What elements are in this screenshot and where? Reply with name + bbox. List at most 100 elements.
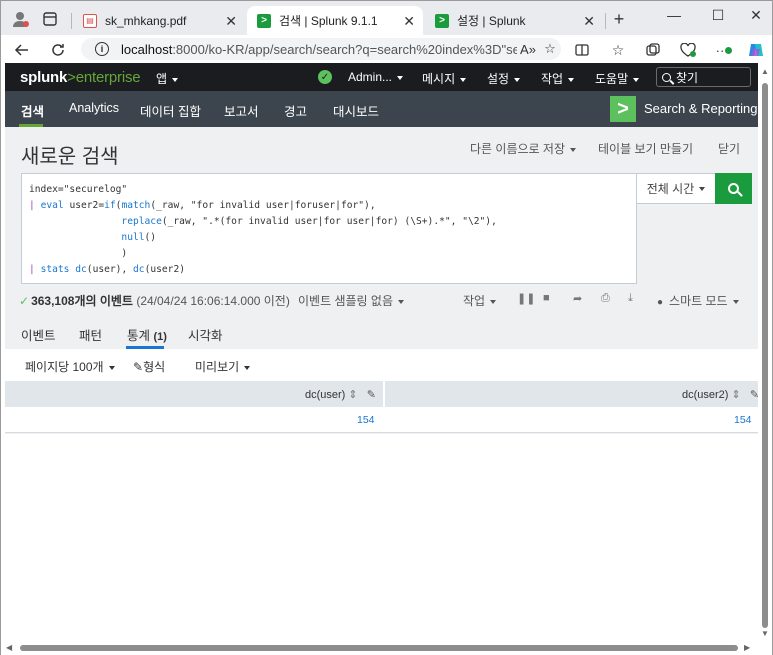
save-as-menu[interactable]: 다른 이름으로 저장 bbox=[470, 140, 576, 157]
scroll-thumb[interactable] bbox=[20, 645, 738, 651]
favorite-star-icon[interactable]: ☆ bbox=[539, 41, 561, 57]
close-search-button[interactable]: 닫기 bbox=[718, 140, 740, 157]
tab-visualization[interactable]: 시각화 bbox=[188, 325, 223, 344]
nav-alerts[interactable]: 경고 bbox=[284, 101, 307, 120]
tab-statistics[interactable]: 통계 (1) bbox=[127, 325, 167, 344]
splunk-top-bar: splunk>enterprise 앱 ✓ Admin... 메시지 설정 작업… bbox=[5, 63, 758, 91]
result-tabs: 이벤트 패턴 통계 (1) 시각화 bbox=[5, 319, 758, 349]
stop-icon[interactable]: ■ bbox=[543, 292, 550, 304]
messages-menu[interactable]: 메시지 bbox=[422, 70, 467, 87]
print-icon[interactable]: ⎙ bbox=[601, 292, 610, 305]
event-count: ✓ 363,108개의 이벤트 (24/04/24 16:06:14.000 이전… bbox=[19, 294, 290, 308]
tab-actions-icon[interactable] bbox=[39, 8, 61, 30]
export-icon[interactable]: ⤓ bbox=[628, 292, 633, 305]
favorites-icon[interactable]: ☆ bbox=[607, 40, 629, 60]
profile-icon[interactable] bbox=[10, 8, 32, 30]
scroll-down-icon[interactable]: ▼ bbox=[761, 629, 769, 638]
app-menu[interactable]: 앱 bbox=[156, 70, 179, 87]
url-host: localhost bbox=[121, 41, 173, 57]
time-range-picker[interactable]: 전체 시간 bbox=[636, 173, 716, 204]
find-input[interactable]: 찾기 bbox=[656, 67, 751, 87]
more-icon[interactable]: ·· bbox=[713, 40, 735, 60]
browser-tab-search[interactable]: > 검색 | Splunk 9.1.1 ✕ bbox=[247, 6, 423, 35]
url-path: :8000/ko-KR/app/search/search?q=search%2… bbox=[172, 41, 517, 57]
back-icon[interactable] bbox=[11, 39, 33, 61]
split-screen-icon[interactable] bbox=[571, 40, 593, 60]
settings-menu[interactable]: 설정 bbox=[487, 70, 521, 87]
run-search-button[interactable] bbox=[715, 173, 752, 204]
scroll-up-icon[interactable]: ▲ bbox=[761, 67, 769, 76]
search-icon bbox=[662, 72, 671, 82]
query-line: index="securelog" bbox=[29, 184, 128, 195]
close-icon[interactable]: ✕ bbox=[403, 13, 415, 30]
pause-icon[interactable]: ❚❚ bbox=[517, 292, 535, 305]
activity-menu[interactable]: 작업 bbox=[541, 70, 575, 87]
splunk-app-nav: 검색 Analytics 데이터 집합 보고서 경고 대시보드 > Search… bbox=[5, 91, 758, 127]
query-line: ) bbox=[29, 247, 128, 259]
tab-title: 검색 | Splunk 9.1.1 bbox=[279, 14, 378, 28]
app-name[interactable]: Search & Reporting bbox=[644, 101, 757, 116]
splunk-logo[interactable]: splunk>enterprise bbox=[20, 69, 141, 86]
job-menu[interactable]: 작업 bbox=[463, 292, 497, 309]
vertical-scrollbar[interactable]: ▲ ▼ bbox=[758, 63, 772, 642]
minimize-button[interactable]: — bbox=[659, 5, 689, 25]
query-line: | eval user2=if(match(_raw, "for invalid… bbox=[29, 199, 376, 211]
nav-analytics[interactable]: Analytics bbox=[69, 101, 119, 115]
close-icon[interactable]: ✕ bbox=[225, 13, 237, 30]
sort-icon: ⇕ bbox=[348, 389, 358, 401]
pencil-icon[interactable]: ✎ bbox=[367, 389, 376, 401]
url-field[interactable]: i localhost:8000/ko-KR/app/search/search… bbox=[81, 38, 561, 60]
results-toolbar: 페이지당 100개 ✎형식 미리보기 bbox=[5, 349, 758, 381]
column-header-dc-user2[interactable]: dc(user2) ⇕ ✎ bbox=[682, 388, 759, 401]
tab-patterns[interactable]: 패턴 bbox=[79, 325, 102, 344]
nav-reports[interactable]: 보고서 bbox=[224, 101, 259, 120]
help-menu[interactable]: 도움말 bbox=[595, 70, 640, 87]
scroll-right-icon[interactable]: ▶ bbox=[744, 643, 750, 652]
format-menu[interactable]: ✎형식 bbox=[133, 358, 165, 375]
close-icon[interactable]: ✕ bbox=[583, 13, 595, 30]
horizontal-scrollbar[interactable]: ◀ ▶ bbox=[1, 642, 772, 655]
app-logo-icon: > bbox=[610, 96, 636, 122]
scroll-thumb[interactable] bbox=[762, 83, 768, 628]
search-mode-menu[interactable]: ● 스마트 모드 bbox=[657, 292, 739, 309]
job-status-bar: ✓ 363,108개의 이벤트 (24/04/24 16:06:14.000 이전… bbox=[19, 292, 754, 310]
per-page-menu[interactable]: 페이지당 100개 bbox=[25, 358, 115, 375]
bulb-icon: ● bbox=[657, 297, 664, 308]
table-cell[interactable]: 154 bbox=[357, 414, 375, 426]
browser-tab-bar: ▤ sk_mhkang.pdf ✕ > 검색 | Splunk 9.1.1 ✕ … bbox=[1, 1, 772, 35]
table-cell[interactable]: 154 bbox=[734, 414, 752, 426]
user-menu[interactable]: Admin... bbox=[348, 70, 404, 84]
tab-title: 설정 | Splunk bbox=[457, 14, 526, 28]
tab-events[interactable]: 이벤트 bbox=[21, 325, 56, 344]
pencil-icon: ✎ bbox=[133, 360, 144, 374]
splunk-icon: > bbox=[435, 13, 449, 28]
search-query-editor[interactable]: index="securelog" | eval user2=if(match(_… bbox=[21, 173, 637, 284]
scroll-left-icon[interactable]: ◀ bbox=[6, 643, 12, 652]
create-table-view-button[interactable]: 테이블 보기 만들기 bbox=[598, 140, 693, 157]
health-ok-icon[interactable]: ✓ bbox=[318, 70, 332, 84]
close-window-button[interactable]: ✕ bbox=[741, 5, 771, 25]
nav-dashboards[interactable]: 대시보드 bbox=[333, 101, 379, 120]
table-row: 154 154 bbox=[5, 407, 758, 433]
sort-icon: ⇕ bbox=[731, 389, 741, 401]
maximize-button[interactable]: ☐ bbox=[703, 5, 733, 25]
nav-datasets[interactable]: 데이터 집합 bbox=[140, 101, 201, 120]
query-line: replace(_raw, ".*(for invalid user|for u… bbox=[121, 215, 497, 227]
collections-icon[interactable] bbox=[642, 40, 664, 60]
share-icon[interactable]: ➦ bbox=[573, 292, 582, 305]
nav-search[interactable]: 검색 bbox=[21, 101, 44, 120]
browser-tab-settings[interactable]: > 설정 | Splunk ✕ bbox=[425, 6, 603, 35]
column-header-dc-user[interactable]: dc(user) ⇕ ✎ bbox=[305, 388, 376, 401]
browser-window: ▤ sk_mhkang.pdf ✕ > 검색 | Splunk 9.1.1 ✕ … bbox=[0, 0, 773, 655]
results-empty-area bbox=[5, 434, 758, 642]
site-info-icon[interactable]: i bbox=[95, 42, 109, 56]
refresh-icon[interactable] bbox=[47, 39, 69, 61]
read-aloud-icon[interactable]: A» bbox=[517, 42, 539, 57]
browser-essentials-icon[interactable] bbox=[677, 40, 699, 60]
preview-menu[interactable]: 미리보기 bbox=[195, 358, 251, 375]
copilot-icon[interactable] bbox=[745, 40, 767, 60]
event-sampling-menu[interactable]: 이벤트 샘플링 없음 bbox=[298, 292, 404, 309]
browser-tab-pdf[interactable]: ▤ sk_mhkang.pdf ✕ bbox=[73, 6, 245, 35]
new-tab-button[interactable]: + bbox=[608, 8, 630, 30]
address-bar-row: i localhost:8000/ko-KR/app/search/search… bbox=[1, 35, 772, 63]
